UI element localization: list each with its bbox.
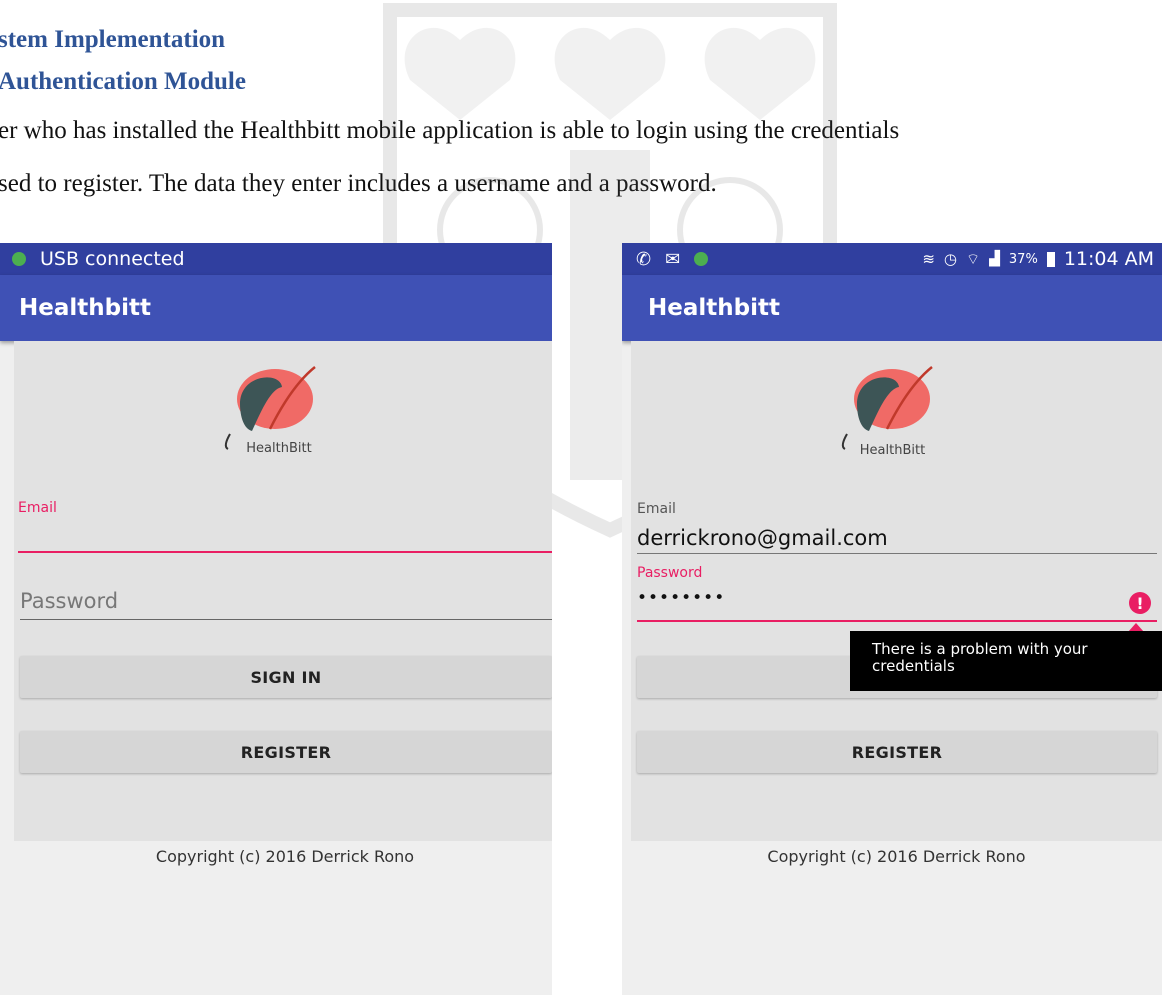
email-underline (637, 553, 1157, 554)
status-bar: USB connected (0, 243, 552, 275)
globe-icon (12, 252, 26, 266)
clock: 11:04 AM (1063, 248, 1154, 270)
vibrate-icon: ≋ (922, 250, 935, 268)
subsection-heading: Authentication Module (0, 68, 246, 95)
login-screen-left: USB connected Healthbitt HealthBitt Emai… (0, 243, 552, 995)
email-label: Email (18, 500, 57, 516)
healthbitt-logo (224, 366, 316, 450)
whatsapp-icon: ✆ (636, 248, 652, 270)
copyright-text: Copyright (c) 2016 Derrick Rono (155, 847, 415, 866)
healthbitt-logo (841, 366, 933, 450)
register-button[interactable]: REGISTER (637, 731, 1157, 773)
email-label: Email (637, 501, 676, 517)
alarm-icon: ◷ (943, 250, 958, 268)
mail-icon: ✉ (665, 248, 681, 270)
password-field[interactable]: •••••••• (637, 588, 725, 608)
status-text: USB connected (40, 248, 185, 270)
signal-icon: ▟ (989, 251, 1000, 267)
logo-text: HealthBitt (246, 441, 312, 456)
battery-icon (1046, 251, 1055, 267)
error-tooltip: There is a problem with your credentials (850, 631, 1162, 691)
sign-in-button[interactable]: SIGN IN (20, 656, 552, 698)
app-title: Healthbitt (648, 295, 780, 321)
password-field[interactable]: Password (20, 589, 118, 613)
app-bar: Healthbitt (0, 275, 552, 341)
app-bar: Healthbitt (622, 275, 1162, 341)
email-field[interactable]: derrickrono@gmail.com (637, 526, 888, 550)
battery-percent: 37% (1008, 251, 1038, 267)
globe-icon (694, 252, 709, 266)
wifi-icon: ⌔ (966, 249, 981, 268)
password-underline (20, 619, 552, 620)
password-underline (637, 620, 1157, 622)
register-button[interactable]: REGISTER (20, 731, 552, 773)
login-screen-right: ✆ ✉ ≋ ◷ ⌔ ▟ 37% 11:04 AM Healthbitt Heal… (622, 243, 1162, 995)
system-icons: ≋ ◷ ⌔ ▟ 37% 11:04 AM (922, 248, 1154, 270)
login-form: HealthBitt Email derrickrono@gmail.com P… (631, 341, 1162, 841)
error-icon[interactable]: ! (1129, 592, 1151, 614)
password-label: Password (637, 565, 703, 581)
email-field[interactable] (18, 551, 552, 553)
status-bar: ✆ ✉ ≋ ◷ ⌔ ▟ 37% 11:04 AM (622, 243, 1162, 275)
logo-text: HealthBitt (859, 443, 926, 458)
notification-icons: ✆ ✉ (636, 248, 709, 270)
login-form: HealthBitt Email Password SIGN IN REGIST… (14, 341, 552, 841)
section-heading: stem Implementation (0, 26, 226, 53)
app-title: Healthbitt (19, 295, 151, 321)
copyright-text: Copyright (c) 2016 Derrick Rono (767, 847, 1026, 866)
